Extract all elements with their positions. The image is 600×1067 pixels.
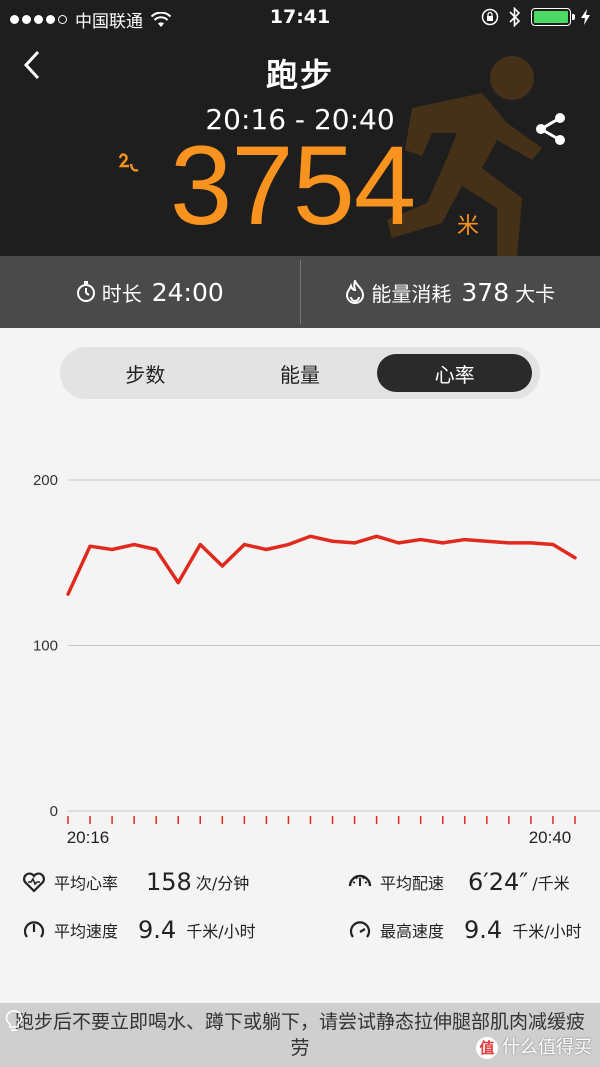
avg-speed: 平均速度 9.4 千米/小时 — [22, 916, 256, 944]
avg-heart-rate-label: 平均心率 — [54, 874, 119, 893]
watermark-badge: 值 — [476, 1037, 498, 1059]
avg-pace-unit: /千米 — [532, 874, 570, 893]
max-speed-value: 9.4 — [464, 916, 503, 944]
route-icon — [118, 153, 139, 172]
distance-unit: 米 — [457, 214, 480, 239]
duration-value: 24:00 — [151, 277, 224, 307]
heart-icon — [23, 872, 45, 893]
workout-detail-screen: 中国联通 17:41 跑步 20:16 - 20:40 3754 米 时长 24… — [0, 0, 600, 1067]
tab-energy[interactable]: 能量 — [223, 354, 378, 392]
avg-pace-label: 平均配速 — [380, 874, 445, 893]
flame-icon — [346, 280, 365, 304]
y-tick-label: 100 — [33, 638, 58, 655]
charging-icon — [581, 9, 590, 25]
energy-stat: 能量消耗 378 大卡 — [301, 256, 600, 328]
avg-pace-value: 6′24″ — [468, 868, 529, 896]
watermark-text: 什么值得买 — [502, 1037, 592, 1058]
max-speed-unit: 千米/小时 — [512, 922, 582, 941]
avg-heart-rate: 平均心率 158 次/分钟 — [22, 868, 249, 896]
y-tick-label: 200 — [33, 472, 58, 489]
avg-speed-value: 9.4 — [138, 916, 177, 944]
chart-tab-switcher: 步数 能量 心率 — [60, 347, 540, 399]
status-bar: 中国联通 17:41 — [0, 0, 600, 36]
battery-icon — [531, 8, 575, 26]
energy-label: 能量消耗 — [371, 281, 452, 306]
gauge-icon — [23, 921, 45, 938]
energy-value: 378 — [461, 277, 510, 307]
stopwatch-icon — [76, 281, 95, 302]
y-tick-label: 0 — [50, 803, 58, 820]
avg-speed-label: 平均速度 — [54, 922, 119, 941]
page-title: 跑步 — [265, 56, 334, 94]
avg-heart-rate-unit: 次/分钟 — [195, 874, 250, 893]
bluetooth-icon — [509, 7, 521, 27]
max-speed-label: 最高速度 — [380, 922, 445, 941]
rotation-lock-icon — [481, 8, 499, 26]
share-icon[interactable] — [534, 112, 568, 146]
distance-value: 3754 — [170, 123, 416, 248]
lightbulb-icon — [5, 1010, 23, 1031]
heart-rate-chart: 0 100 200 20:16 20:40 — [33, 472, 600, 847]
watermark: 值 什么值得买 — [476, 1035, 592, 1061]
tab-heart-rate[interactable]: 心率 — [377, 354, 533, 392]
tip-banner: 跑步后不要立即喝水、蹲下或躺下，请尝试静态拉伸腿部肌肉减缓疲劳 值 什么值得买 — [0, 1003, 600, 1067]
header-panel: 中国联通 17:41 跑步 20:16 - 20:40 3754 米 — [0, 0, 600, 256]
max-gauge-icon — [349, 921, 371, 938]
max-speed: 最高速度 9.4 千米/小时 — [348, 916, 582, 944]
tab-steps[interactable]: 步数 — [68, 354, 223, 392]
energy-unit: 大卡 — [515, 281, 556, 306]
heart-rate-line — [66, 534, 577, 596]
speedometer-icon — [348, 874, 372, 887]
x-start-label: 20:16 — [67, 828, 110, 847]
duration-stat: 时长 24:00 — [0, 256, 300, 328]
duration-label: 时长 — [101, 281, 142, 306]
metrics-panel: 平均心率 158 次/分钟 平均配速 6′24″ /千米 平均速度 9.4 千米… — [0, 858, 600, 978]
summary-bar: 时长 24:00 能量消耗 378 大卡 — [0, 256, 600, 328]
avg-pace: 平均配速 6′24″ /千米 — [348, 868, 570, 896]
avg-speed-unit: 千米/小时 — [186, 922, 256, 941]
x-end-label: 20:40 — [529, 828, 572, 847]
avg-heart-rate-value: 158 — [146, 868, 192, 896]
